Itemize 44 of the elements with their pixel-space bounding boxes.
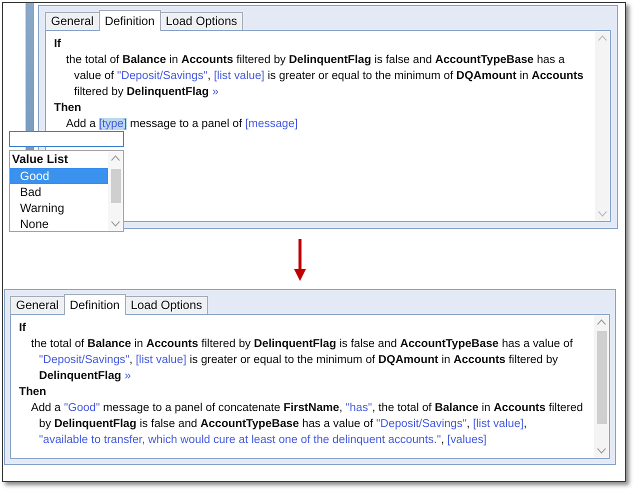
value-link[interactable]: "Deposit/Savings" xyxy=(117,70,208,82)
tab[interactable]: Load Options xyxy=(124,296,208,314)
value-link[interactable]: [list value] xyxy=(472,418,524,430)
scrollbar[interactable] xyxy=(595,31,610,221)
then-label: Then xyxy=(19,385,48,400)
tab[interactable]: Definition xyxy=(98,10,161,31)
tab[interactable]: Definition xyxy=(64,294,126,315)
tab[interactable]: General xyxy=(45,12,100,30)
scroll-down-icon[interactable] xyxy=(598,211,607,217)
if-label: If xyxy=(54,37,62,52)
rule-action: Add a [type] message to a panel of [message] xyxy=(65,117,299,132)
value-input-field[interactable] xyxy=(9,131,124,147)
if-label: If xyxy=(19,321,27,336)
value-link[interactable]: "Deposit/Savings" xyxy=(376,418,467,430)
down-arrow xyxy=(294,239,306,281)
list-item[interactable]: None xyxy=(10,216,108,231)
value-link[interactable]: [message] xyxy=(245,118,298,130)
list-item[interactable]: Warning xyxy=(10,200,108,216)
rule-condition: the total of Balance in Accounts filtered by DelinquentFlag is false and AccountTypeBase has a value of "Deposit/Savings", [list value] is greater or equal to the minimum of DQAmount in Accounts filtered by DelinquentFlag » xyxy=(65,53,585,100)
value-link[interactable]: [values] xyxy=(447,434,487,446)
rule-condition: the total of Balance in Accounts filtered by DelinquentFlag is false and AccountTypeBase has a value of "Deposit/Savings", [list value] is greater or equal to the minimum of DQAmount in Accounts filtered by DelinquentFlag » xyxy=(30,337,574,384)
scrollbar[interactable] xyxy=(594,315,609,458)
scroll-up-icon[interactable] xyxy=(111,155,120,161)
value-link[interactable]: "available to transfer, which would cure at least one of the delinquent accounts." xyxy=(39,434,441,446)
scroll-up-icon[interactable] xyxy=(597,319,606,325)
expand-link[interactable]: » xyxy=(212,86,219,98)
value-link[interactable]: [list value] xyxy=(214,70,264,82)
list-item[interactable]: Bad xyxy=(10,184,108,200)
tab[interactable]: Load Options xyxy=(160,12,244,30)
scroll-down-icon[interactable] xyxy=(111,221,120,227)
value-link[interactable]: "has" xyxy=(346,402,372,414)
value-link[interactable]: "Good" xyxy=(64,402,100,414)
value-link[interactable]: [list value] xyxy=(136,354,186,366)
tab[interactable]: General xyxy=(10,296,65,314)
scroll-down-icon[interactable] xyxy=(597,448,606,454)
list-header: Value List xyxy=(11,151,70,168)
then-label: Then xyxy=(54,101,82,116)
scrollbar[interactable] xyxy=(108,151,123,231)
list-item[interactable]: Good xyxy=(10,168,108,184)
rule-action: Add a "Good" message to a panel of concatenate FirstName, "has", the total of Balance in Accounts filtered by DelinquentFlag is false and AccountTypeBase has a value of "Deposit/Savings", [list value], "available to transfer, which would cure at least one of the delinquent accounts.", [values] xyxy=(30,401,584,448)
expand-link[interactable]: » xyxy=(124,370,132,382)
scroll-up-icon[interactable] xyxy=(598,35,607,41)
value-link[interactable]: "Deposit/Savings" xyxy=(39,354,130,366)
value-link[interactable]: [type] xyxy=(98,118,127,130)
